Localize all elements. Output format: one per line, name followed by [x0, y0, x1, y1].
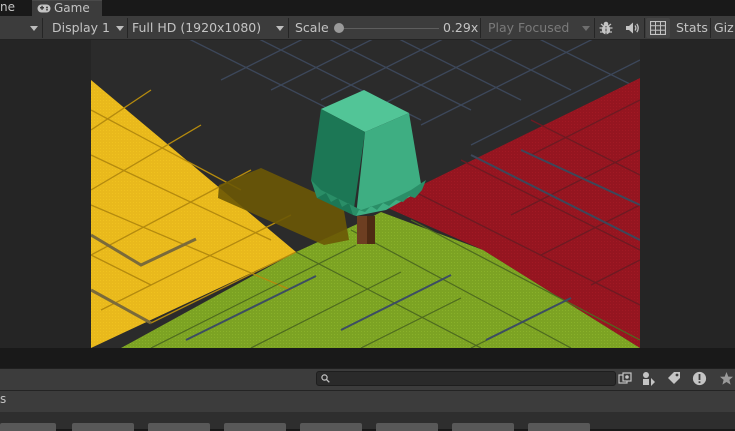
game-toolbar: Display 1 Full HD (1920x1080) Scale 0.29… [0, 16, 735, 40]
stats-label: Stats [676, 20, 708, 35]
divider [644, 18, 645, 38]
filter-icon[interactable] [641, 371, 656, 386]
tab-game-label: Game [54, 1, 90, 15]
scale-value: 0.29x [443, 20, 479, 35]
panel-separator [0, 348, 735, 368]
chevron-down-icon [582, 26, 590, 31]
scale-slider-handle[interactable] [334, 23, 344, 33]
console-button[interactable] [224, 423, 286, 431]
search-input[interactable] [316, 371, 616, 386]
game-viewport[interactable] [91, 40, 640, 348]
divider [594, 18, 595, 38]
gamepad-icon [37, 4, 51, 13]
display-dropdown[interactable]: Display 1 [43, 16, 127, 40]
scale-label: Scale [295, 20, 329, 35]
search-icon [321, 374, 330, 383]
audio-icon[interactable] [625, 21, 640, 35]
scale-control: Scale 0.29x [289, 16, 479, 40]
stats-grid-icon[interactable] [650, 21, 666, 35]
bug-icon[interactable] [598, 20, 614, 36]
resolution-dropdown-label: Full HD (1920x1080) [132, 20, 262, 35]
tab-scene-label: ne [0, 0, 15, 14]
star-icon[interactable] [719, 371, 734, 386]
chevron-down-icon[interactable] [30, 26, 38, 31]
play-mode-dropdown[interactable]: Play Focused [481, 16, 593, 40]
tab-scene[interactable]: ne [0, 0, 15, 15]
gizmos-label: Giz [714, 20, 734, 35]
console-button[interactable] [72, 423, 134, 431]
console-button[interactable] [0, 423, 56, 431]
resolution-dropdown[interactable]: Full HD (1920x1080) [128, 16, 288, 40]
game-render [91, 40, 640, 348]
divider [710, 18, 711, 38]
console-label: s [0, 392, 7, 406]
chevron-down-icon [276, 26, 284, 31]
console-button[interactable] [148, 423, 210, 431]
tab-game[interactable]: Game [32, 0, 102, 16]
error-icon[interactable] [692, 371, 707, 386]
console-button[interactable] [452, 423, 514, 431]
scale-slider-track[interactable] [339, 28, 439, 29]
console-button[interactable] [300, 423, 362, 431]
tab-strip: ne Game [0, 0, 735, 16]
chevron-down-icon [116, 26, 124, 31]
console-button[interactable] [528, 423, 590, 431]
play-mode-label: Play Focused [488, 20, 570, 35]
console-button[interactable] [376, 423, 438, 431]
filter-icon[interactable] [618, 372, 632, 386]
tag-icon[interactable] [666, 371, 681, 386]
console-header [0, 390, 735, 412]
display-dropdown-label: Display 1 [52, 20, 111, 35]
